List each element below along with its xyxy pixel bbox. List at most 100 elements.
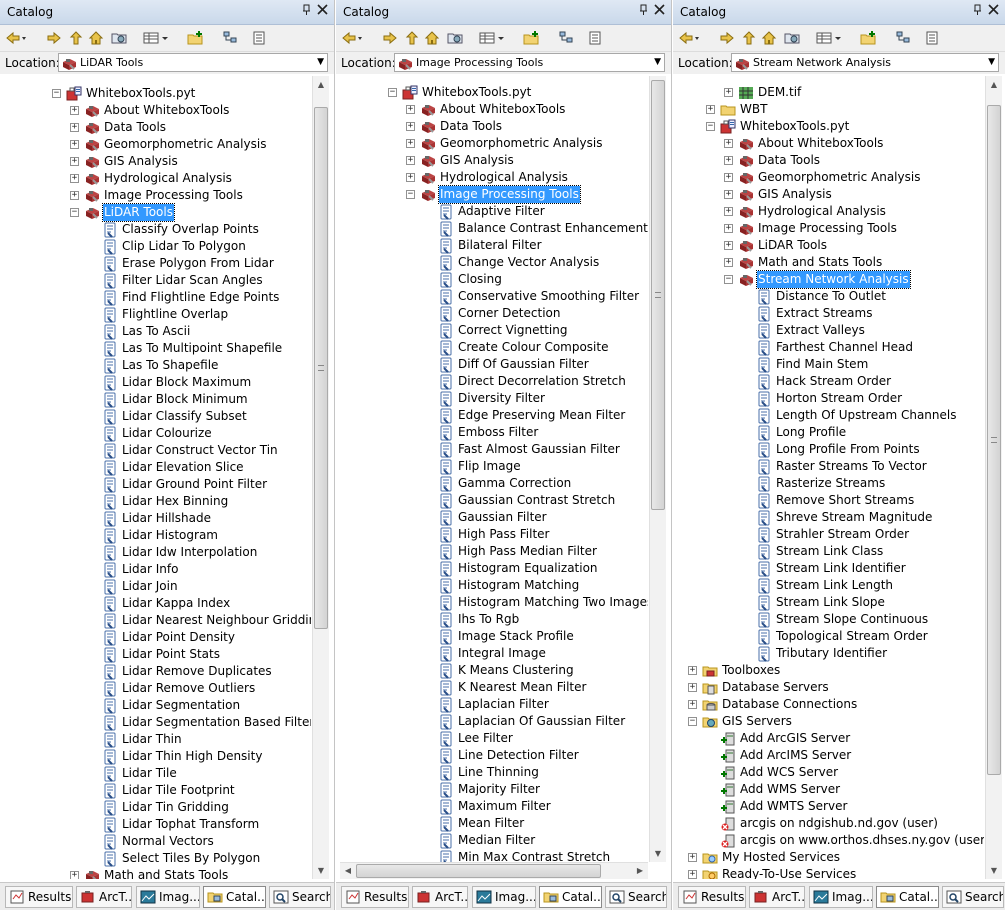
tree-item-lidar-tin-gridding[interactable]: Lidar Tin Gridding: [1, 799, 311, 816]
tree-item-arcgis-on-ndgishub-nd-gov-user[interactable]: arcgis on ndgishub.nd.gov (user): [674, 815, 984, 832]
expand-icon[interactable]: +: [688, 853, 697, 862]
tree-item-filter-lidar-scan-angles[interactable]: Filter Lidar Scan Angles: [1, 272, 311, 289]
tab-results[interactable]: Results: [341, 886, 409, 908]
tree-item-select-tiles-by-polygon[interactable]: Select Tiles By Polygon: [1, 850, 311, 867]
expand-icon[interactable]: +: [70, 174, 79, 183]
scroll-thumb[interactable]: [651, 80, 665, 510]
tree-item-majority-filter[interactable]: Majority Filter: [337, 781, 648, 798]
tree-item-geomorphometric-analysis[interactable]: + Geomorphometric Analysis: [337, 135, 648, 152]
tree-item-line-thinning[interactable]: Line Thinning: [337, 764, 648, 781]
tree-item-gis-servers[interactable]: − GIS Servers: [674, 713, 984, 730]
tree-item-long-profile[interactable]: Long Profile: [674, 424, 984, 441]
tree-item-laplacian-of-gaussian-filter[interactable]: Laplacian Of Gaussian Filter: [337, 713, 648, 730]
tab-search[interactable]: Search: [269, 886, 331, 908]
chevron-down-icon[interactable]: ▼: [654, 57, 661, 67]
tree-item-lidar-tophat-transform[interactable]: Lidar Tophat Transform: [1, 816, 311, 833]
tree-item-mean-filter[interactable]: Mean Filter: [337, 815, 648, 832]
tree-item-las-to-multipoint-shapefile[interactable]: Las To Multipoint Shapefile: [1, 340, 311, 357]
tree-item-conservative-smoothing-filter[interactable]: Conservative Smoothing Filter: [337, 288, 648, 305]
tree-item-gis-analysis[interactable]: + GIS Analysis: [1, 153, 311, 170]
tree-item-create-colour-composite[interactable]: Create Colour Composite: [337, 339, 648, 356]
tree-item-gamma-correction[interactable]: Gamma Correction: [337, 475, 648, 492]
tree-item-ready-to-use-services[interactable]: + Ready-To-Use Services: [674, 866, 984, 879]
chevron-down-icon[interactable]: ▼: [317, 57, 324, 67]
catalog-folder-icon[interactable]: [447, 29, 463, 47]
connect-folder-icon[interactable]: [860, 29, 878, 47]
scroll-left-icon[interactable]: ◀: [340, 863, 356, 879]
tree-item-image-processing-tools[interactable]: + Image Processing Tools: [674, 220, 984, 237]
tree-item-lidar-classify-subset[interactable]: Lidar Classify Subset: [1, 408, 311, 425]
tree-item-gaussian-contrast-stretch[interactable]: Gaussian Contrast Stretch: [337, 492, 648, 509]
tree-item-image-processing-tools[interactable]: − Image Processing Tools: [337, 185, 648, 204]
chevron-down-icon[interactable]: ▼: [988, 57, 995, 67]
tree-item-las-to-shapefile[interactable]: Las To Shapefile: [1, 357, 311, 374]
tree-item-database-servers[interactable]: + Database Servers: [674, 679, 984, 696]
tree-item-data-tools[interactable]: + Data Tools: [1, 119, 311, 136]
close-icon[interactable]: [986, 4, 1001, 19]
tree-item-corner-detection[interactable]: Corner Detection: [337, 305, 648, 322]
tree-item-distance-to-outlet[interactable]: Distance To Outlet: [674, 288, 984, 305]
collapse-icon[interactable]: −: [724, 275, 733, 284]
tree-item-hydrological-analysis[interactable]: + Hydrological Analysis: [1, 170, 311, 187]
tree-item-diff-of-gaussian-filter[interactable]: Diff Of Gaussian Filter: [337, 356, 648, 373]
tree-item-long-profile-from-points[interactable]: Long Profile From Points: [674, 441, 984, 458]
tree-item-rasterize-streams[interactable]: Rasterize Streams: [674, 475, 984, 492]
tree-item-stream-link-slope[interactable]: Stream Link Slope: [674, 594, 984, 611]
tree-item-strahler-stream-order[interactable]: Strahler Stream Order: [674, 526, 984, 543]
view-menu-icon[interactable]: [478, 29, 506, 47]
up-folder-icon[interactable]: [68, 29, 84, 47]
expand-icon[interactable]: +: [724, 173, 733, 182]
tree-item-my-hosted-services[interactable]: + My Hosted Services: [674, 849, 984, 866]
back-arrow-icon[interactable]: [341, 29, 363, 47]
tree-item-whiteboxtools-pyt[interactable]: − WhiteboxTools.pyt: [1, 85, 311, 102]
scroll-thumb[interactable]: [987, 105, 1001, 775]
tree-item-remove-short-streams[interactable]: Remove Short Streams: [674, 492, 984, 509]
tree-item-topological-stream-order[interactable]: Topological Stream Order: [674, 628, 984, 645]
tree-item-whiteboxtools-pyt[interactable]: − WhiteboxTools.pyt: [337, 84, 648, 101]
tree-item-lidar-point-density[interactable]: Lidar Point Density: [1, 629, 311, 646]
scroll-down-icon[interactable]: ▼: [650, 845, 666, 862]
scroll-down-icon[interactable]: ▼: [986, 862, 1002, 879]
expand-icon[interactable]: +: [70, 871, 79, 879]
tree-item-high-pass-filter[interactable]: High Pass Filter: [337, 526, 648, 543]
tree-item-length-of-upstream-channels[interactable]: Length Of Upstream Channels: [674, 407, 984, 424]
vertical-scrollbar[interactable]: ▲▼: [312, 76, 329, 879]
toggle-tree-icon[interactable]: [895, 29, 911, 47]
tree-item-flip-image[interactable]: Flip Image: [337, 458, 648, 475]
tree-item-lidar-kappa-index[interactable]: Lidar Kappa Index: [1, 595, 311, 612]
auto-hide-pin-icon[interactable]: [299, 4, 314, 19]
scroll-thumb[interactable]: [314, 107, 328, 629]
catalog-folder-icon[interactable]: [111, 29, 127, 47]
tree-item-histogram-equalization[interactable]: Histogram Equalization: [337, 560, 648, 577]
back-arrow-icon[interactable]: [5, 29, 27, 47]
collapse-icon[interactable]: −: [706, 122, 715, 131]
home-icon[interactable]: [761, 29, 777, 47]
tree-item-data-tools[interactable]: + Data Tools: [674, 152, 984, 169]
tree-item-gis-analysis[interactable]: + GIS Analysis: [337, 152, 648, 169]
tree-item-raster-streams-to-vector[interactable]: Raster Streams To Vector: [674, 458, 984, 475]
tree-item-lidar-histogram[interactable]: Lidar Histogram: [1, 527, 311, 544]
vertical-scrollbar[interactable]: ▲▼: [649, 76, 666, 862]
expand-icon[interactable]: +: [406, 105, 415, 114]
tree-item-horton-stream-order[interactable]: Horton Stream Order: [674, 390, 984, 407]
tree-item-gis-analysis[interactable]: + GIS Analysis: [674, 186, 984, 203]
tab-arct[interactable]: ArcT...: [412, 886, 468, 908]
tree-item-math-and-stats-tools[interactable]: + Math and Stats Tools: [1, 867, 311, 879]
connect-folder-icon[interactable]: [187, 29, 205, 47]
auto-hide-pin-icon[interactable]: [636, 4, 651, 19]
tree-item-histogram-matching[interactable]: Histogram Matching: [337, 577, 648, 594]
horizontal-scrollbar[interactable]: ◀ ▶: [340, 862, 648, 879]
options-icon[interactable]: [251, 29, 267, 47]
up-folder-icon[interactable]: [404, 29, 420, 47]
tab-imag[interactable]: Imag...: [136, 886, 200, 908]
expand-icon[interactable]: +: [724, 156, 733, 165]
tree-item-lidar-tile[interactable]: Lidar Tile: [1, 765, 311, 782]
tree-item-lidar-colourize[interactable]: Lidar Colourize: [1, 425, 311, 442]
tree-item-farthest-channel-head[interactable]: Farthest Channel Head: [674, 339, 984, 356]
tree-item-lidar-thin[interactable]: Lidar Thin: [1, 731, 311, 748]
tree-item-data-tools[interactable]: + Data Tools: [337, 118, 648, 135]
expand-icon[interactable]: +: [724, 224, 733, 233]
forward-arrow-icon[interactable]: [719, 29, 735, 47]
tree-item-hydrological-analysis[interactable]: + Hydrological Analysis: [674, 203, 984, 220]
tree-item-lidar-ground-point-filter[interactable]: Lidar Ground Point Filter: [1, 476, 311, 493]
